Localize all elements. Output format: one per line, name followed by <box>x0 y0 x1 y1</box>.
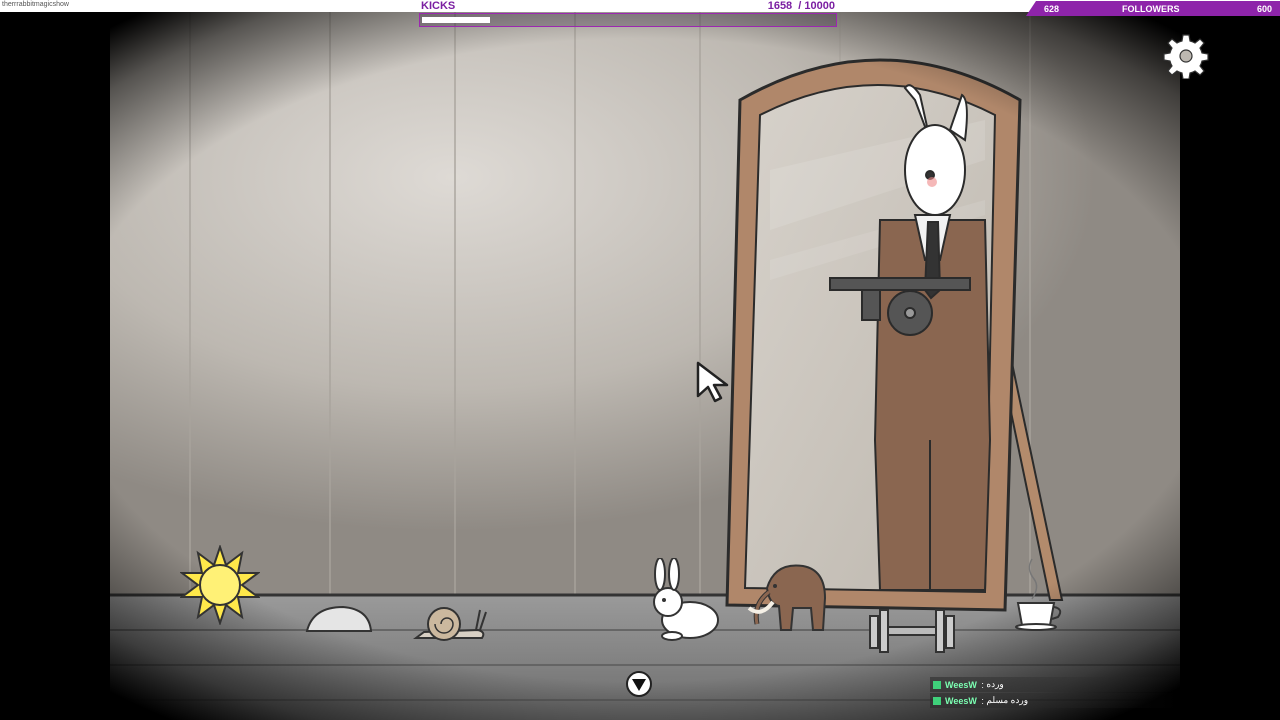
gear-icon[interactable] <box>1163 33 1209 79</box>
stream-chat: WeesW : ورده WeesW : ورده مسلم <box>930 677 1180 709</box>
down-arrow-icon[interactable] <box>626 671 652 697</box>
kicks-label: KICKS <box>421 0 456 12</box>
dumbbell-item[interactable] <box>866 608 958 654</box>
stone-item[interactable] <box>303 603 375 637</box>
followers-right-value: 600 <box>1256 4 1272 14</box>
chat-separator: : <box>978 695 987 706</box>
followers-label: FOLLOWERS <box>1122 4 1180 14</box>
chat-username: WeesW <box>945 695 977 706</box>
chat-text: ورده <box>986 679 1004 689</box>
chat-message: WeesW : ورده مسلم <box>930 693 1180 708</box>
chat-separator: : <box>978 679 987 690</box>
teacup-item[interactable] <box>1010 555 1066 635</box>
kicks-progress-bar <box>419 13 837 27</box>
white-rabbit-item[interactable] <box>642 558 722 642</box>
kicks-count: 1658 / 10000 <box>767 0 835 12</box>
chat-badge-icon <box>933 680 941 689</box>
chat-badge-icon <box>933 696 941 705</box>
chat-username: WeesW <box>945 679 977 690</box>
mammoth-item[interactable] <box>745 558 831 636</box>
sun-item[interactable] <box>180 545 260 625</box>
followers-left-value: 628 <box>1044 4 1060 14</box>
snail-item[interactable] <box>412 602 492 644</box>
stream-channel-url: therrrabbitmagicshow <box>2 1 69 8</box>
chat-message: WeesW : ورده <box>930 677 1180 692</box>
mouse-pointer-icon <box>696 361 729 403</box>
followers-goal-bar: 628 FOLLOWERS 600 <box>1026 1 1280 16</box>
chat-text: ورده مسلم <box>986 695 1029 705</box>
kicks-progress-fill <box>422 17 490 23</box>
